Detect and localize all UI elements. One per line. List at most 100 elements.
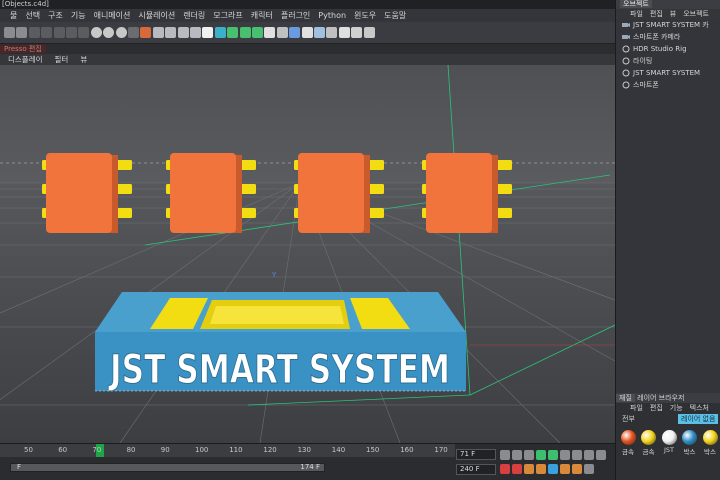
play-reverse-button[interactable]	[536, 450, 546, 460]
render-view-icon[interactable]	[152, 27, 164, 38]
mat-menu-file[interactable]: 파일	[630, 403, 643, 414]
menu-item-plugins[interactable]: 플러그인	[281, 10, 310, 21]
auto-key-button[interactable]	[512, 464, 522, 474]
menu-item-mode[interactable]: 물	[10, 10, 17, 21]
object-item[interactable]: JST SMART SYSTEM	[616, 67, 720, 79]
redo-icon[interactable]	[16, 27, 28, 38]
timeline-range-bar[interactable]: F 174 F	[10, 463, 325, 472]
menu-item-python[interactable]: Python	[318, 11, 346, 20]
object-manager-title[interactable]: 오브젝트	[620, 0, 652, 8]
chip-pin	[116, 160, 132, 170]
menu-item-mesh[interactable]: 구조	[48, 10, 63, 21]
menu-item-help[interactable]: 도움말	[384, 10, 406, 21]
recent-tool-icon[interactable]	[78, 27, 90, 38]
scale-icon[interactable]	[53, 27, 65, 38]
menu-item-render[interactable]: 렌더링	[183, 10, 205, 21]
timeline-ruler[interactable]: 50 60 70 80 90 100 110 120 130 140 150 160 170	[0, 444, 455, 457]
obj-menu-file[interactable]: 파일	[630, 9, 643, 19]
cube-icon[interactable]	[202, 27, 214, 38]
mat-menu-texture[interactable]: 텍스처	[690, 403, 709, 414]
key-rot-button[interactable]	[536, 464, 546, 474]
tab-layer-browser[interactable]: 레이어 브라우저	[637, 394, 684, 402]
tag-icon[interactable]	[301, 27, 313, 38]
goto-start-button[interactable]	[500, 450, 510, 460]
menu-item-character[interactable]: 캐릭터	[251, 10, 273, 21]
mat-menu-edit[interactable]: 편집	[650, 403, 663, 414]
next-key-button[interactable]	[572, 450, 582, 460]
key-pos-button[interactable]	[524, 464, 534, 474]
undo-icon[interactable]	[4, 27, 15, 38]
array-icon[interactable]	[239, 27, 251, 38]
chip-body	[46, 153, 112, 233]
key-param-button[interactable]	[560, 464, 570, 474]
object-item[interactable]: 라이팅	[616, 55, 720, 67]
mat-menu-functions[interactable]: 기능	[670, 403, 683, 414]
menu-item-select[interactable]: 선택	[25, 10, 40, 21]
filter-all[interactable]: 전부	[622, 414, 635, 424]
render-active-icon[interactable]	[190, 27, 201, 38]
object-item[interactable]: HDR Studio Rig	[616, 43, 720, 55]
timeline-tick-label: 60	[58, 446, 68, 454]
select-icon[interactable]	[28, 27, 40, 38]
spline-icon[interactable]	[214, 27, 226, 38]
current-frame-field[interactable]: 71 F	[456, 449, 496, 460]
light-icon[interactable]	[289, 27, 301, 38]
loop-button[interactable]	[596, 450, 606, 460]
xpresso-tab[interactable]: Presso 편집	[0, 44, 615, 54]
3d-viewport[interactable]: Y JST SMART SYSTEM	[0, 65, 615, 443]
texture-icon[interactable]	[314, 27, 325, 38]
menu-item-simulation[interactable]: 시뮬레이션	[138, 10, 175, 21]
mograph-icon[interactable]	[326, 27, 338, 38]
object-item-label: 스마트폰 카메라	[633, 33, 681, 41]
world-coords-icon[interactable]	[128, 27, 139, 38]
record-button[interactable]	[500, 464, 510, 474]
material-swatch[interactable]: 박스	[702, 430, 718, 456]
material-swatch[interactable]: 금속	[620, 430, 636, 456]
tab-materials[interactable]: 재질	[616, 394, 635, 402]
object-item[interactable]: 스마트폰	[616, 79, 720, 91]
menu-item-mograph[interactable]: 모그라프	[213, 10, 242, 21]
next-frame-button[interactable]	[560, 450, 570, 460]
material-swatch[interactable]: JST	[661, 430, 677, 454]
python-icon[interactable]	[363, 27, 375, 38]
goto-end-button[interactable]	[584, 450, 594, 460]
obj-menu-view[interactable]: 뷰	[670, 9, 676, 19]
viewport-menu-filter[interactable]: 필터	[55, 54, 69, 65]
render-region-icon[interactable]	[140, 27, 152, 38]
object-item[interactable]: 스마트폰 카메라	[616, 31, 720, 43]
menu-item-functions[interactable]: 기능	[71, 10, 86, 21]
viewport-menu-display[interactable]: 디스플레이	[8, 54, 43, 65]
viewport-menu-view[interactable]: 뷰	[80, 54, 87, 65]
scene-icon[interactable]	[264, 27, 276, 38]
x-axis-icon[interactable]	[90, 27, 102, 38]
obj-menu-object[interactable]: 오브젝트	[683, 9, 709, 19]
prev-frame-button[interactable]	[524, 450, 534, 460]
move-icon[interactable]	[41, 27, 53, 38]
key-scale-button[interactable]	[548, 464, 558, 474]
object-item[interactable]: JST SMART SYSTEM 카	[616, 19, 720, 31]
rotate-icon[interactable]	[66, 27, 77, 38]
y-axis-icon[interactable]	[103, 27, 115, 38]
deformer-icon[interactable]	[252, 27, 263, 38]
key-pla-button[interactable]	[572, 464, 582, 474]
prev-key-button[interactable]	[512, 450, 522, 460]
render-queue-icon[interactable]	[165, 27, 177, 38]
cloner-icon[interactable]	[338, 27, 350, 38]
end-frame-field[interactable]: 240 F	[456, 464, 496, 475]
play-button[interactable]	[548, 450, 558, 460]
material-label: 금속	[622, 448, 634, 456]
menu-item-window[interactable]: 윈도우	[354, 10, 376, 21]
right-panel: 오브젝트 파일 편집 뷰 오브젝트 JST SMART SYSTEM 카 스마트…	[615, 0, 720, 480]
z-axis-icon[interactable]	[115, 27, 127, 38]
timeline-menu-button[interactable]	[584, 464, 594, 474]
effector-icon[interactable]	[351, 27, 363, 38]
chip-body	[298, 153, 364, 233]
material-swatch[interactable]: 금속	[641, 430, 657, 456]
camera-icon[interactable]	[276, 27, 288, 38]
filter-no-layer[interactable]: 레이어 없음	[678, 414, 719, 424]
render-settings-icon[interactable]	[177, 27, 189, 38]
menu-item-animation[interactable]: 애니메이션	[94, 10, 131, 21]
material-swatch[interactable]: 박스	[682, 430, 698, 456]
obj-menu-edit[interactable]: 편집	[650, 9, 663, 19]
nurbs-icon[interactable]	[227, 27, 239, 38]
